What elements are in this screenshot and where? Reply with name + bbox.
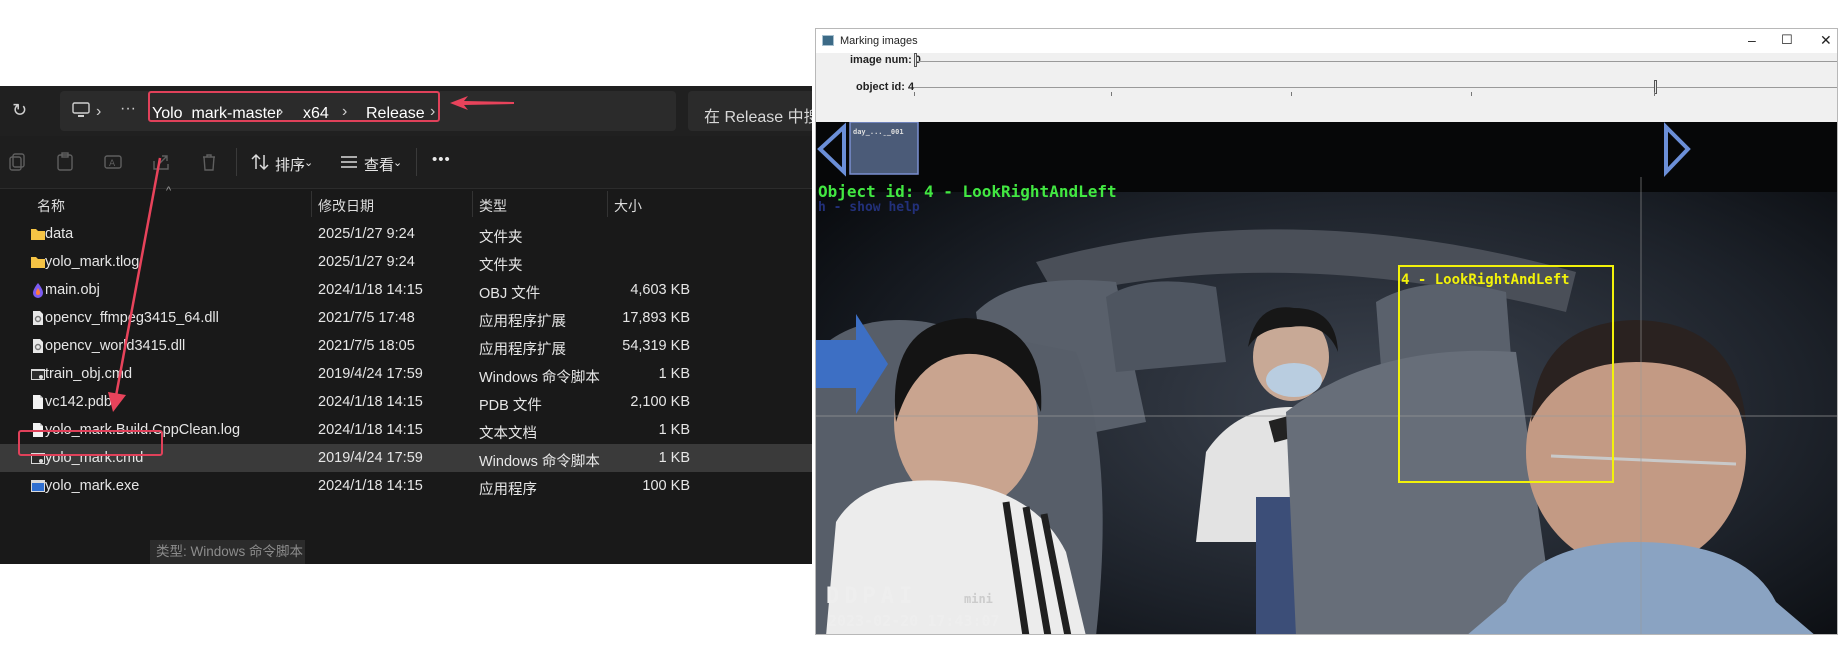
maximize-button[interactable]: ☐ xyxy=(1781,32,1793,48)
address-bar: ↻ › ··· Yolo_mark-master › x64 › Release… xyxy=(0,86,812,136)
tooltip: 类型: Windows 命令脚本 xyxy=(150,540,305,564)
file-row[interactable]: yolo_mark.exe 2024/1/18 14:15 应用程序 100 KB xyxy=(0,472,812,500)
file-name[interactable]: main.obj xyxy=(45,282,100,298)
file-name[interactable]: data xyxy=(45,226,73,242)
toolbar-divider xyxy=(236,148,237,176)
track-tick xyxy=(1654,92,1655,96)
refresh-icon[interactable]: ↻ xyxy=(12,101,27,119)
file-date: 2021/7/5 17:48 xyxy=(318,310,415,326)
app-icon xyxy=(822,35,834,46)
exe-file-icon xyxy=(31,480,45,492)
column-name[interactable]: 名称 xyxy=(37,196,65,216)
more-options-button[interactable]: ••• xyxy=(432,151,451,168)
file-type: 文件夹 xyxy=(479,230,523,246)
dll-file-icon xyxy=(33,311,43,325)
chevron-right-icon: › xyxy=(96,103,102,120)
view-icon[interactable] xyxy=(339,152,359,172)
paste-icon[interactable] xyxy=(55,152,75,172)
file-type: Windows 命令脚本 xyxy=(479,370,600,386)
file-size: 54,319 KB xyxy=(622,338,690,354)
obj-file-icon xyxy=(33,283,43,298)
sort-icon[interactable] xyxy=(250,152,270,172)
file-date: 2019/4/24 17:59 xyxy=(318,366,423,382)
image-canvas[interactable]: day_...̱_001 Object id: 4 - LookRightAnd… xyxy=(816,122,1837,634)
file-type: 应用程序 xyxy=(479,482,537,498)
file-size: 4,603 KB xyxy=(630,282,690,298)
file-type: 应用程序扩展 xyxy=(479,342,566,358)
file-date: 2024/1/18 14:15 xyxy=(318,394,423,410)
window-title: Marking images xyxy=(840,35,918,47)
thumbnail-caption: day_...̱_001 xyxy=(853,128,904,136)
image-num-track[interactable] xyxy=(914,61,1837,62)
file-name[interactable]: yolo_mark.exe xyxy=(45,478,139,494)
title-bar: Marking images – ☐ ✕ xyxy=(816,29,1837,53)
delete-icon[interactable] xyxy=(199,152,219,172)
chevron-down-icon: ⌄ xyxy=(393,157,403,169)
dll-file-icon xyxy=(33,339,43,353)
bbox-label: 4 - LookRightAndLeft xyxy=(1401,272,1570,288)
file-explorer: ↻ › ··· Yolo_mark-master › x64 › Release… xyxy=(0,86,812,564)
column-divider[interactable] xyxy=(472,191,473,217)
sort-button[interactable]: 排序 xyxy=(275,154,305,175)
object-id-label: object id: 4 xyxy=(856,81,915,93)
file-type: 应用程序扩展 xyxy=(479,314,566,330)
selected-file-highlight-box xyxy=(18,430,163,456)
column-divider[interactable] xyxy=(311,191,312,217)
close-button[interactable]: ✕ xyxy=(1820,32,1832,49)
file-type: 文件夹 xyxy=(479,258,523,274)
file-date: 2025/1/27 9:24 xyxy=(318,254,415,270)
yolo-mark-window: Marking images – ☐ ✕ image num: 0 object… xyxy=(815,28,1838,635)
file-size: 1 KB xyxy=(658,450,690,466)
track-tick xyxy=(1471,92,1472,96)
timestamp: 2023-02-20 17:43:07 xyxy=(828,612,1000,630)
folder-icon xyxy=(31,229,45,240)
file-date: 2021/7/5 18:05 xyxy=(318,338,415,354)
file-type: OBJ 文件 xyxy=(479,286,541,302)
object-id-overlay: Object id: 4 - LookRightAndLeft xyxy=(818,182,1117,201)
file-date: 2024/1/18 14:15 xyxy=(318,478,423,494)
column-divider[interactable] xyxy=(607,191,608,217)
file-date: 2024/1/18 14:15 xyxy=(318,422,423,438)
computer-icon[interactable] xyxy=(72,102,90,118)
copy-icon[interactable] xyxy=(8,152,28,172)
track-tick xyxy=(1291,92,1292,96)
file-size: 1 KB xyxy=(658,422,690,438)
search-input[interactable]: 在 Release 中搜索 xyxy=(704,103,812,127)
view-button[interactable]: 查看 xyxy=(364,154,394,175)
file-date: 2025/1/27 9:24 xyxy=(318,226,415,242)
file-type: PDB 文件 xyxy=(479,398,542,414)
file-size: 1 KB xyxy=(658,366,690,382)
track-tick xyxy=(1111,92,1112,96)
column-size[interactable]: 大小 xyxy=(614,196,642,216)
file-type: 文本文档 xyxy=(479,426,537,442)
more-path-button[interactable]: ··· xyxy=(120,100,136,118)
chevron-down-icon: ⌄ xyxy=(304,157,314,169)
red-arrow-annotation xyxy=(108,157,162,412)
file-size: 17,893 KB xyxy=(622,310,690,326)
trackbar-panel: image num: 0 object id: 4 xyxy=(816,53,1837,122)
object-id-track[interactable] xyxy=(914,87,1837,88)
search-box[interactable]: 在 Release 中搜索 xyxy=(688,91,812,131)
file-icon xyxy=(33,395,43,409)
breadcrumb-highlight-box xyxy=(148,91,440,122)
column-type[interactable]: 类型 xyxy=(479,196,507,216)
file-date: 2024/1/18 14:15 xyxy=(318,282,423,298)
folder-icon xyxy=(31,257,45,268)
minimize-button[interactable]: – xyxy=(1748,32,1756,48)
file-date: 2019/4/24 17:59 xyxy=(318,450,423,466)
image-num-label: image num: 0 xyxy=(850,54,921,66)
image-num-slider-thumb[interactable] xyxy=(914,53,917,67)
file-type: Windows 命令脚本 xyxy=(479,454,600,470)
red-arrow-annotation xyxy=(450,96,514,110)
file-size: 2,100 KB xyxy=(630,394,690,410)
cmd-file-icon xyxy=(31,369,45,380)
camera-brand: DDPAI xyxy=(826,584,918,609)
camera-model: mini xyxy=(964,592,993,606)
help-hint: h - show help xyxy=(818,200,920,215)
file-size: 100 KB xyxy=(642,478,690,494)
track-tick xyxy=(914,92,915,96)
toolbar-divider xyxy=(416,148,417,176)
column-date[interactable]: 修改日期 xyxy=(318,196,374,216)
